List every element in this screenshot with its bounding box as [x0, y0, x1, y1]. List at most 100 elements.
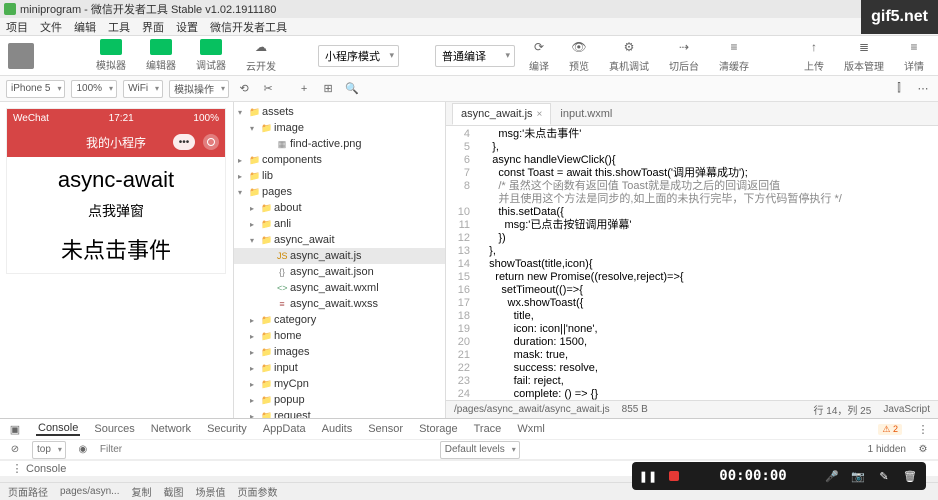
- folder-category[interactable]: ▸📁category: [234, 312, 445, 328]
- pause-icon[interactable]: ❚❚: [640, 468, 656, 484]
- simulator-toggle[interactable]: 模拟器: [90, 37, 132, 74]
- folder-images[interactable]: ▸📁images: [234, 344, 445, 360]
- folder-image[interactable]: ▾📁image: [234, 120, 445, 136]
- settings-icon[interactable]: ⋮: [914, 420, 932, 438]
- trash-icon[interactable]: 🗑: [902, 468, 918, 484]
- code-lines[interactable]: msg:'未点击事件' }, async handleViewClick(){ …: [476, 126, 938, 400]
- menu-file[interactable]: 文件: [40, 19, 62, 35]
- network-select[interactable]: WiFi: [123, 80, 163, 98]
- dt-tab-sources[interactable]: Sources: [92, 423, 136, 435]
- zoom-select[interactable]: 100%: [71, 80, 117, 98]
- dt-tab-security[interactable]: Security: [205, 423, 249, 435]
- explorer-icon[interactable]: ⊞: [319, 80, 337, 98]
- page-title: async-await: [7, 157, 225, 197]
- compile-button[interactable]: ⟳编译: [523, 36, 555, 75]
- camera-icon[interactable]: 📷: [850, 468, 866, 484]
- upload-button[interactable]: ↑上传: [798, 36, 830, 75]
- dt-tab-network[interactable]: Network: [149, 423, 193, 435]
- folder-input[interactable]: ▸📁input: [234, 360, 445, 376]
- file-size: 855 B: [622, 404, 648, 415]
- file-wxss[interactable]: ≡async_await.wxss: [234, 296, 445, 312]
- dt-tab-sensor[interactable]: Sensor: [366, 423, 405, 435]
- inspect-icon[interactable]: ▣: [6, 420, 24, 438]
- menu-edit[interactable]: 编辑: [74, 19, 96, 35]
- tab-active[interactable]: async_await.js×: [452, 103, 551, 125]
- folder-lib[interactable]: ▸📁lib: [234, 168, 445, 184]
- menu-settings[interactable]: 设置: [176, 19, 198, 35]
- eye-icon[interactable]: ◉: [74, 441, 92, 459]
- simulate-action-select[interactable]: 模拟操作: [169, 80, 229, 98]
- folder-mycpn[interactable]: ▸📁myCpn: [234, 376, 445, 392]
- context-select[interactable]: top: [32, 441, 66, 459]
- folder-components[interactable]: ▸📁components: [234, 152, 445, 168]
- devtools-tabs: ▣ Console Sources Network Security AppDa…: [0, 419, 938, 440]
- window-titlebar: miniprogram - 微信开发者工具 Stable v1.02.19111…: [0, 0, 938, 18]
- menu-tools[interactable]: 工具: [108, 19, 130, 35]
- drawer-icon[interactable]: ⋮: [8, 460, 26, 478]
- close-icon[interactable]: ×: [537, 109, 543, 120]
- dt-tab-audits[interactable]: Audits: [320, 423, 355, 435]
- file-wxml[interactable]: <>async_await.wxml: [234, 280, 445, 296]
- split-icon[interactable]: ⫿: [890, 80, 908, 98]
- dt-tab-wxml[interactable]: Wxml: [515, 423, 547, 435]
- pen-icon[interactable]: ✎: [876, 468, 892, 484]
- menu-project[interactable]: 项目: [6, 19, 28, 35]
- cloud-button[interactable]: ☁云开发: [240, 36, 282, 75]
- code-editor: async_await.js× input.wxml 4567810111213…: [446, 102, 938, 418]
- add-tab-icon[interactable]: +: [295, 80, 313, 98]
- folder-async-await[interactable]: ▾📁async_await: [234, 232, 445, 248]
- folder-about[interactable]: ▸📁about: [234, 200, 445, 216]
- copy-button[interactable]: 复制: [131, 484, 151, 499]
- folder-pages[interactable]: ▾📁pages: [234, 184, 445, 200]
- filter-input[interactable]: [100, 444, 432, 455]
- background-button[interactable]: ⇢切后台: [663, 36, 705, 75]
- more-icon[interactable]: ⋯: [914, 80, 932, 98]
- clear-cache-button[interactable]: ≡清缓存: [713, 36, 755, 75]
- folder-request[interactable]: ▸📁request: [234, 408, 445, 418]
- gear-icon[interactable]: ⚙: [914, 441, 932, 459]
- screenshot-button[interactable]: 截图: [163, 484, 183, 499]
- folder-home[interactable]: ▸📁home: [234, 328, 445, 344]
- carrier-label: WeChat: [13, 113, 49, 124]
- cut-icon[interactable]: ✂: [259, 80, 277, 98]
- avatar[interactable]: [8, 43, 34, 69]
- levels-select[interactable]: Default levels: [440, 441, 520, 459]
- editor-toggle[interactable]: 编辑器: [140, 37, 182, 74]
- folder-assets[interactable]: ▾📁assets: [234, 104, 445, 120]
- dt-tab-storage[interactable]: Storage: [417, 423, 460, 435]
- file-json[interactable]: {}async_await.json: [234, 264, 445, 280]
- version-button[interactable]: ≣版本管理: [838, 36, 890, 75]
- editor-tabs: async_await.js× input.wxml: [446, 102, 938, 126]
- page-subtitle[interactable]: 点我弹窗: [7, 197, 225, 225]
- scene-button[interactable]: 场景值: [195, 484, 225, 499]
- folder-popup[interactable]: ▸📁popup: [234, 392, 445, 408]
- folder-anli[interactable]: ▸📁anli: [234, 216, 445, 232]
- search-icon[interactable]: 🔍: [343, 80, 361, 98]
- dt-tab-appdata[interactable]: AppData: [261, 423, 308, 435]
- tab-other[interactable]: input.wxml: [551, 103, 621, 125]
- console-label[interactable]: Console: [26, 463, 66, 475]
- mode-select[interactable]: 小程序模式: [318, 45, 399, 67]
- file-js[interactable]: JSasync_await.js: [234, 248, 445, 264]
- menu-interface[interactable]: 界面: [142, 19, 164, 35]
- capsule-close-icon[interactable]: [203, 134, 219, 150]
- params-button[interactable]: 页面参数: [237, 484, 277, 499]
- warning-badge[interactable]: ⚠ 2: [878, 424, 902, 435]
- dt-tab-console[interactable]: Console: [36, 422, 80, 436]
- path-value[interactable]: pages/asyn...: [60, 486, 119, 497]
- clear-icon[interactable]: ⊘: [6, 441, 24, 459]
- record-icon[interactable]: [666, 468, 682, 484]
- dt-tab-trace[interactable]: Trace: [472, 423, 504, 435]
- rotate-icon[interactable]: ⟲: [235, 80, 253, 98]
- remote-debug-button[interactable]: ⚙真机调试: [603, 36, 655, 75]
- code-area[interactable]: 4567810111213141516171819202122232425262…: [446, 126, 938, 400]
- file-png[interactable]: ▦find-active.png: [234, 136, 445, 152]
- menu-devtool[interactable]: 微信开发者工具: [210, 19, 287, 35]
- mic-icon[interactable]: 🎤: [824, 468, 840, 484]
- debugger-toggle[interactable]: 调试器: [190, 37, 232, 74]
- preview-button[interactable]: 👁预览: [563, 36, 595, 75]
- compile-type-select[interactable]: 普通编译: [435, 45, 515, 67]
- capsule-menu-icon[interactable]: •••: [173, 134, 195, 150]
- device-select[interactable]: iPhone 5: [6, 80, 65, 98]
- detail-button[interactable]: ≡详情: [898, 36, 930, 75]
